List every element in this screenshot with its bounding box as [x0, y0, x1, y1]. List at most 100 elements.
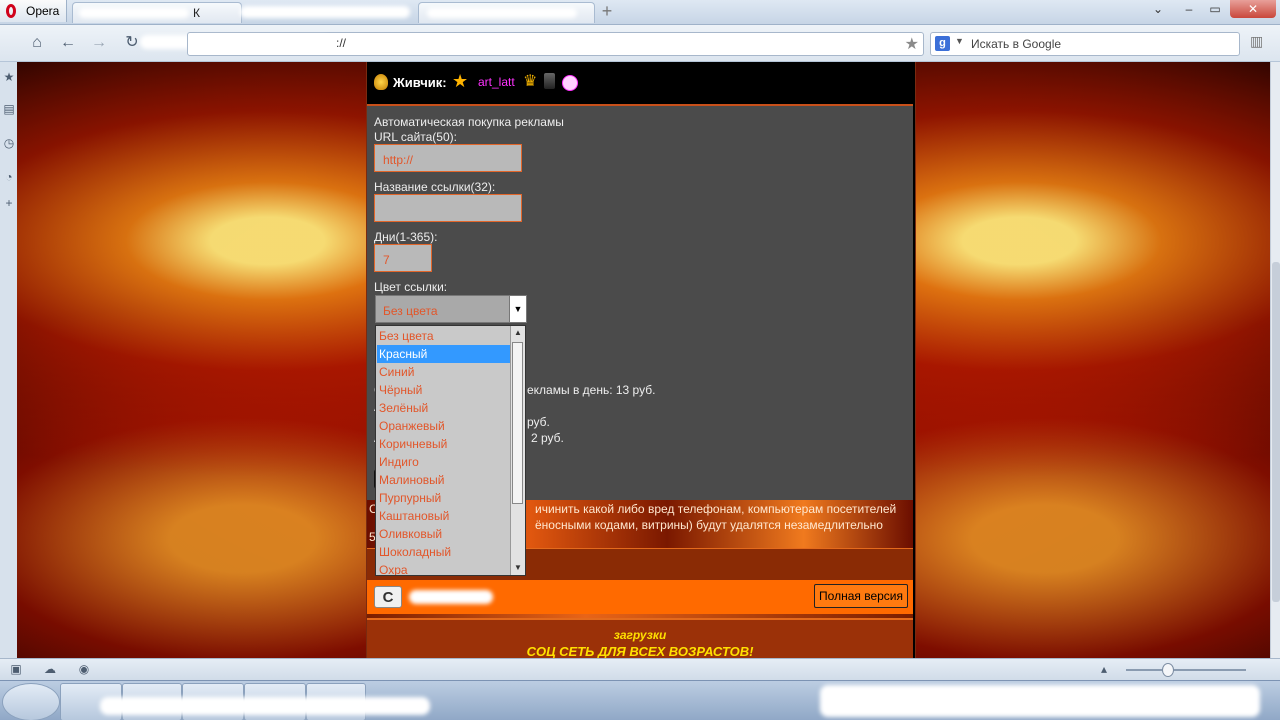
url-label: URL сайта(50): [374, 130, 457, 144]
tab-list-icon[interactable]: ⌄ [1145, 0, 1171, 18]
tab-1-label: К [193, 6, 200, 20]
redacted-tab-title [79, 8, 189, 18]
tab-2-active[interactable] [418, 2, 595, 23]
dropdown-option[interactable]: Малиновый [377, 471, 510, 489]
opera-logo-icon [6, 4, 16, 18]
start-button[interactable] [2, 683, 60, 720]
link-color-dropdown-list[interactable]: Без цвета Красный Синий Чёрный Зелёный О… [375, 325, 526, 576]
new-tab-button[interactable]: + [597, 2, 617, 22]
opera-unite-icon[interactable]: ☁ [42, 662, 58, 678]
dropdown-option[interactable]: Чёрный [377, 381, 510, 399]
medal-icon [544, 73, 555, 89]
scroll-down-icon[interactable]: ▼ [511, 561, 525, 575]
bookmark-star-icon[interactable]: ★ [905, 34, 919, 54]
turbo-icon[interactable]: ◉ [76, 662, 92, 678]
dropdown-option[interactable]: Коричневый [377, 435, 510, 453]
notice-line-2: ёносными кодами, витрины) будут удалятся… [535, 518, 883, 532]
full-version-button[interactable]: Полная версия [814, 584, 908, 608]
redacted-taskbar-area [100, 697, 430, 715]
rank-badge-icon [374, 74, 388, 90]
dropdown-option[interactable]: Шоколадный [377, 543, 510, 561]
flower-icon [562, 75, 578, 91]
price-total-text: руб. [527, 415, 550, 429]
close-window-icon[interactable]: ✕ [1230, 0, 1276, 18]
zoom-slider-knob[interactable] [1162, 663, 1174, 677]
reload-icon[interactable]: ↻ [122, 33, 142, 53]
redacted-tab-area [240, 6, 410, 18]
price-extra-text: 2 руб. [531, 431, 564, 445]
forward-icon[interactable]: → [89, 33, 109, 53]
page-scroll-thumb[interactable] [1272, 262, 1280, 602]
dropdown-option-highlighted[interactable]: Красный [377, 345, 510, 363]
star-icon: ★ [452, 71, 469, 91]
side-panel: ★ ▤ ◷ ◔ + [0, 62, 18, 658]
scroll-up-icon[interactable]: ▲ [511, 326, 525, 340]
navigation-bar: ⌂ ← → ↻ :// ★ g ▼ Искать в Google ▥ [0, 25, 1280, 62]
redacted-url [192, 36, 332, 50]
notes-icon[interactable]: ▤ [3, 102, 15, 116]
form-title: Автоматическая покупка рекламы [374, 115, 564, 129]
url-input[interactable]: http:// [374, 144, 522, 172]
status-bar: ▣ ☁ ◉ ▴ [0, 658, 1280, 681]
dropdown-scroll-thumb[interactable] [512, 342, 523, 504]
dropdown-option[interactable]: Каштановый [377, 507, 510, 525]
address-bar[interactable]: :// ★ [187, 32, 924, 56]
title-bar: Opera К + ⌄ – ▭ ✕ [0, 0, 1280, 25]
link-color-selected-value: Без цвета [383, 304, 438, 318]
dropdown-option[interactable]: Синий [377, 363, 510, 381]
redacted-tab-title-2 [427, 8, 577, 18]
dropdown-option[interactable]: Оливковый [377, 525, 510, 543]
link-name-input[interactable] [374, 194, 522, 222]
home-icon[interactable]: ⌂ [27, 33, 47, 53]
downloads-icon[interactable]: ◔ [3, 170, 15, 184]
opera-menu-button[interactable]: Opera [0, 0, 67, 22]
panels-icon[interactable]: ▥ [1250, 33, 1270, 53]
bottom-bar: С Полная версия [367, 580, 913, 614]
footer: загрузки СОЦ СЕТЬ ДЛЯ ВСЕХ ВОЗРАСТОВ! [367, 614, 913, 658]
footer-panel: загрузки СОЦ СЕТЬ ДЛЯ ВСЕХ ВОЗРАСТОВ! [367, 618, 913, 658]
site-slogan: СОЦ СЕТЬ ДЛЯ ВСЕХ ВОЗРАСТОВ! [526, 644, 754, 658]
maximize-icon[interactable]: ▭ [1202, 0, 1228, 18]
bookmarks-icon[interactable]: ★ [3, 70, 15, 84]
rank-label: Живчик: [393, 75, 447, 90]
redacted-tray-area [820, 685, 1260, 717]
search-field[interactable]: g ▼ Искать в Google [930, 32, 1240, 56]
dropdown-option[interactable]: Охра [377, 561, 510, 575]
redacted-site-name [409, 590, 493, 604]
web-page: Живчик: ★ art_latt ♛ Автоматическая поку… [17, 62, 1270, 658]
toggle-panel-icon[interactable]: ▣ [8, 662, 24, 678]
color-label: Цвет ссылки: [374, 280, 448, 294]
history-icon[interactable]: ◷ [3, 136, 15, 150]
windows-taskbar [0, 680, 1280, 720]
days-label: Дни(1-365): [374, 230, 438, 244]
dropdown-option[interactable]: Без цвета [377, 327, 510, 345]
c-button[interactable]: С [374, 586, 402, 608]
search-placeholder: Искать в Google [971, 37, 1062, 51]
tab-1[interactable]: К [72, 2, 242, 23]
view-icon[interactable]: ▴ [1096, 662, 1112, 678]
address-url-text: :// [336, 36, 347, 50]
crown-icon: ♛ [523, 73, 538, 90]
google-search-engine-icon[interactable]: g [935, 36, 950, 51]
back-icon[interactable]: ← [58, 33, 78, 53]
username-link[interactable]: art_latt [478, 75, 515, 89]
dropdown-option[interactable]: Оранжевый [377, 417, 510, 435]
link-color-select[interactable]: Без цвета ▼ [375, 295, 527, 323]
add-panel-icon[interactable]: + [3, 196, 15, 210]
chevron-down-icon[interactable]: ▼ [509, 296, 526, 322]
notice-line-1: ичинить какой либо вред телефонам, компь… [535, 502, 897, 516]
search-engine-dropdown-icon[interactable]: ▼ [955, 36, 964, 46]
user-header: Живчик: ★ art_latt ♛ [367, 62, 913, 106]
dropdown-option[interactable]: Индиго [377, 453, 510, 471]
link-name-label: Название ссылки(32): [374, 180, 496, 194]
downloads-link[interactable]: загрузки [367, 628, 913, 642]
dropdown-option[interactable]: Пурпурный [377, 489, 510, 507]
dropdown-scrollbar[interactable]: ▲ ▼ [510, 326, 525, 575]
minimize-icon[interactable]: – [1176, 0, 1202, 18]
opera-menu-label: Opera [26, 4, 60, 18]
price-per-day-text: екламы в день: 13 руб. [527, 383, 656, 397]
page-scrollbar[interactable] [1270, 62, 1280, 658]
zoom-slider-track[interactable] [1126, 669, 1246, 671]
days-input[interactable]: 7 [374, 244, 432, 272]
dropdown-option[interactable]: Зелёный [377, 399, 510, 417]
